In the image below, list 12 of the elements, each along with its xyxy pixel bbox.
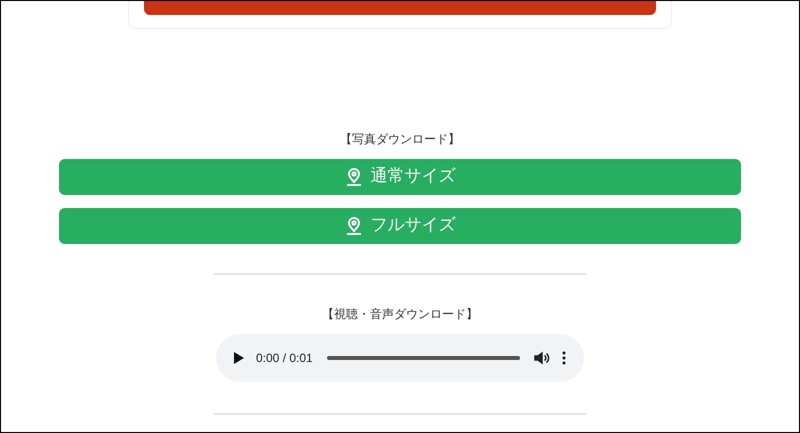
more-options-icon[interactable] [562, 351, 566, 365]
audio-player[interactable]: 0:00 / 0:01 [216, 334, 584, 382]
section-heading: 【写真ダウンロード】 [339, 131, 461, 148]
section-heading: 【視聴・音声ダウンロード】 [321, 306, 479, 323]
download-button[interactable]: フルサイズ [59, 208, 741, 244]
play-icon[interactable] [234, 352, 244, 364]
download-button[interactable]: 通常サイズ [59, 159, 741, 195]
playback-time: 0:00 / 0:01 [256, 350, 313, 367]
progress-track[interactable] [326, 356, 520, 360]
map-pin-icon [344, 167, 362, 187]
volume-icon[interactable] [534, 351, 550, 365]
map-pin-icon [344, 216, 362, 236]
